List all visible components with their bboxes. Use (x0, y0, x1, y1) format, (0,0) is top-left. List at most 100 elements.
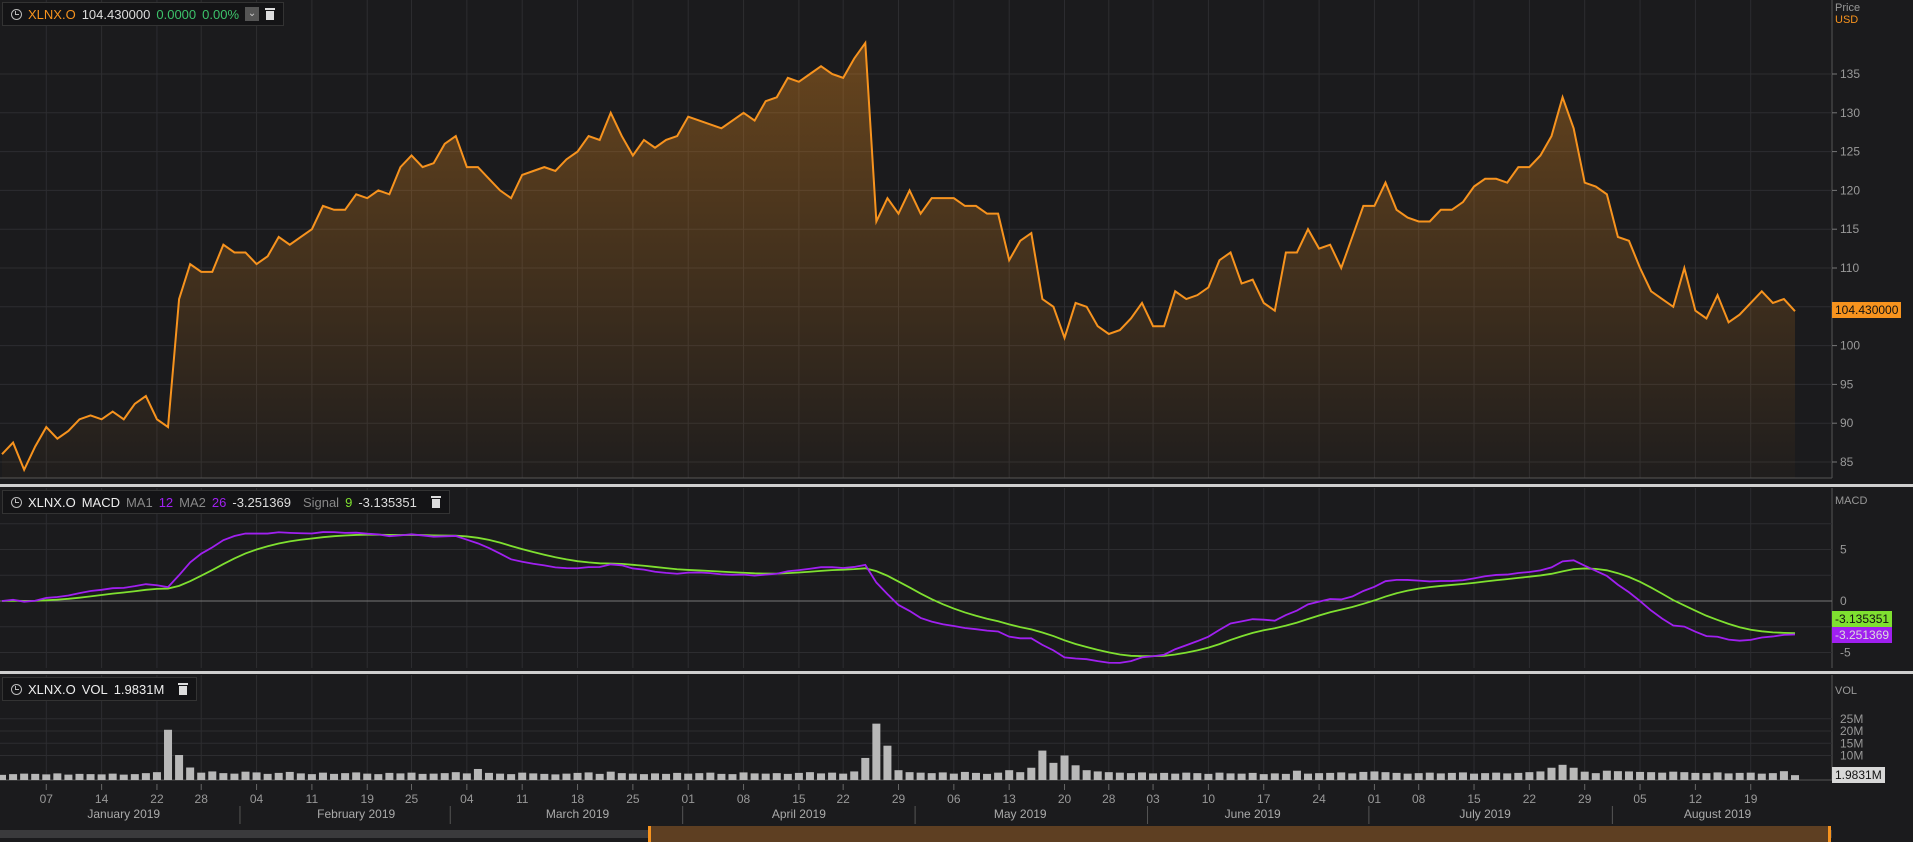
volume-bar (1281, 773, 1290, 780)
volume-bar (1248, 772, 1257, 780)
volume-bar (496, 773, 505, 780)
macd-header: XLNX.O MACD MA1 12 MA2 26 -3.251369 Sign… (2, 490, 450, 514)
volume-bar (1481, 773, 1490, 780)
volume-bar (772, 773, 781, 780)
volume-bar (307, 774, 316, 780)
volume-bar (1326, 772, 1335, 780)
volume-bar (186, 767, 195, 780)
y-tick-label: 135 (1840, 67, 1860, 81)
volume-bar (0, 774, 6, 780)
volume-bar (97, 774, 106, 780)
volume-bar (750, 773, 759, 780)
x-tick-label: 15 (792, 792, 806, 806)
volume-bar (662, 773, 671, 780)
price-pane[interactable]: 85 90 95 100 110 115 120 125 130 135 XLNX.O 104.4… (0, 0, 1913, 484)
x-tick-label: 10 (1202, 792, 1216, 806)
macd-symbol[interactable]: XLNX.O (28, 495, 76, 510)
volume-bar (639, 774, 648, 780)
volume-bar (330, 773, 339, 780)
volume-bar (828, 772, 837, 780)
volume-tag: 1.9831M (1832, 767, 1885, 783)
volume-bar (119, 774, 128, 780)
y-tick-label: 120 (1840, 183, 1860, 197)
volume-bar (1337, 772, 1346, 780)
x-tick-label: 22 (836, 792, 850, 806)
y-tick-label: -5 (1840, 646, 1851, 660)
volume-bar (794, 772, 803, 780)
trash-icon[interactable] (265, 8, 276, 20)
volume-bar (518, 772, 527, 780)
pane-divider[interactable] (0, 484, 1913, 487)
volume-bar (805, 772, 814, 780)
macd-pane[interactable]: -5 0 5 XLNX.O MACD MA1 12 MA2 26 -3.251369… (0, 488, 1913, 671)
volume-bar (1447, 772, 1456, 780)
volume-bar (938, 772, 947, 780)
volume-bar (1027, 767, 1036, 780)
month-label: August 2019 (1684, 807, 1752, 821)
volume-chart[interactable]: 10M15M20M25M (0, 675, 1913, 784)
x-tick-label: 08 (1412, 792, 1426, 806)
volume-bar (1514, 772, 1523, 780)
price-chart[interactable]: 85 90 95 100 110 115 120 125 130 135 (0, 0, 1913, 484)
volume-bar (562, 773, 571, 780)
volume-bar (1746, 772, 1755, 780)
volume-bar (1115, 772, 1124, 780)
volume-bar (484, 772, 493, 780)
volume-bar (1182, 772, 1191, 780)
x-tick-label: 22 (1523, 792, 1537, 806)
vol-study: VOL (81, 681, 108, 697)
volume-bar (53, 773, 62, 780)
volume-bar (341, 773, 350, 780)
volume-bar (274, 772, 283, 780)
x-tick-label: 04 (250, 792, 264, 806)
volume-bar (385, 772, 394, 780)
volume-bar (86, 774, 95, 780)
volume-bar (1193, 773, 1202, 780)
pane-divider[interactable] (0, 671, 1913, 674)
volume-bar (440, 773, 449, 780)
time-scrollbar[interactable] (0, 826, 1913, 842)
volume-bar (1591, 773, 1600, 780)
volume-bar (197, 772, 206, 780)
trash-icon[interactable] (430, 496, 441, 508)
volume-bar (1470, 773, 1479, 780)
volume-bar (1270, 773, 1279, 780)
macd-chart[interactable]: -5 0 5 (0, 488, 1913, 671)
x-tick-label: 06 (947, 792, 961, 806)
x-tick-label: 20 (1058, 792, 1072, 806)
volume-bar (540, 773, 549, 780)
volume-bar (1226, 773, 1235, 780)
chevron-down-icon[interactable]: ⌄ (245, 7, 260, 21)
x-tick-label: 13 (1002, 792, 1016, 806)
volume-bar (927, 773, 936, 780)
volume-bar (1060, 755, 1069, 780)
x-tick-label: 24 (1312, 792, 1326, 806)
vol-symbol[interactable]: XLNX.O (28, 682, 76, 697)
volume-bar (263, 773, 272, 780)
y-tick-label: 95 (1840, 377, 1854, 391)
volume-bar (529, 773, 538, 780)
trash-icon[interactable] (178, 683, 189, 695)
x-tick-label: 04 (460, 792, 474, 806)
volume-bar (1215, 772, 1224, 780)
symbol-label[interactable]: XLNX.O (28, 7, 76, 22)
signal-label: Signal (302, 494, 340, 510)
month-label: February 2019 (317, 807, 395, 821)
volume-bar (949, 773, 958, 780)
scrollbar-thumb[interactable] (648, 826, 1831, 842)
volume-bar (352, 772, 361, 780)
time-axis[interactable]: 07 14 22 28 04 11 19 25 04 11 18 25 01 08 15 22 29 06 13 20… (0, 784, 1913, 826)
x-tick-label: 29 (892, 792, 906, 806)
volume-bar (1735, 772, 1744, 780)
volume-bar (1149, 773, 1158, 780)
volume-bar (1315, 773, 1324, 780)
volume-bar (1392, 772, 1401, 780)
volume-bar (1259, 774, 1268, 780)
y-tick-label: 25M (1840, 712, 1863, 726)
volume-bar (1647, 772, 1656, 780)
price-change-pct: 0.00% (202, 6, 240, 22)
volume-bar (673, 772, 682, 780)
x-tick-label: 18 (571, 792, 585, 806)
volume-pane[interactable]: 10M 15M 20M 25M XLNX.O VOL 1.9831M VOL 1.98… (0, 675, 1913, 784)
x-tick-label: 28 (1102, 792, 1116, 806)
